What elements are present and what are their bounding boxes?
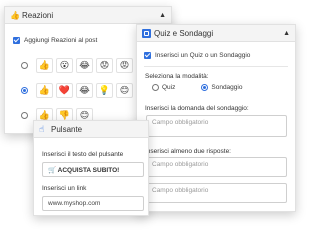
reaction-option: 😡 xyxy=(116,58,133,73)
question-label: Inserisci la domanda del sondaggio: xyxy=(145,105,249,112)
add-quiz-label: Inserisci un Quiz o un Sondaggio xyxy=(155,52,251,59)
mode-poll-label: Sondaggio xyxy=(211,84,243,91)
quiz-panel-header[interactable]: Quiz e Sondaggi ▲ xyxy=(137,25,295,42)
answer-2-field[interactable]: Campo obbligatorio xyxy=(146,183,287,203)
add-quiz-checkbox[interactable] xyxy=(144,52,151,59)
reaction-option: 👍 xyxy=(36,58,53,73)
mode-quiz-label: Quiz xyxy=(162,84,176,91)
link-label: Inserisci un link xyxy=(42,185,87,192)
chevron-up-icon[interactable]: ▲ xyxy=(159,12,166,19)
reaction-option: 😊 xyxy=(116,83,133,98)
reaction-option: 😮 xyxy=(56,58,73,73)
quiz-panel-title: Quiz e Sondaggi xyxy=(154,28,214,38)
add-quiz-row[interactable]: Inserisci un Quiz o un Sondaggio xyxy=(144,52,250,59)
answers-label: Inserisci almeno due risposte: xyxy=(145,148,231,155)
poll-icon xyxy=(142,28,151,38)
button-text-label: Inserisci il testo del pulsante xyxy=(42,151,124,158)
mode-quiz-radio[interactable] xyxy=(152,84,159,91)
mode-label: Seleziona la modalità: xyxy=(145,73,209,80)
cursor-click-icon: ☝ xyxy=(39,123,45,134)
question-field[interactable]: Campo obbligatorio xyxy=(146,115,287,137)
button-panel-title: Pulsante xyxy=(51,124,83,134)
reactions-panel-title: Reazioni xyxy=(22,10,54,20)
reaction-option: 😂 xyxy=(76,58,93,73)
mode-options: Quiz Sondaggio xyxy=(152,84,242,91)
reaction-option: 👍 xyxy=(36,83,53,98)
reaction-set-2[interactable]: 👍 ❤️ 😂 💡 😊 xyxy=(21,83,136,98)
button-panel: ☝ Pulsante Inserisci il testo del pulsan… xyxy=(33,120,149,216)
reaction-option: ❤️ xyxy=(56,83,73,98)
add-reactions-row[interactable]: Aggiungi Reazioni al post xyxy=(13,37,97,44)
divider xyxy=(144,66,288,67)
button-panel-header[interactable]: ☝ Pulsante xyxy=(34,121,148,138)
reaction-option: 💡 xyxy=(96,83,113,98)
link-field[interactable]: www.myshop.com xyxy=(42,196,144,211)
reaction-option: 😂 xyxy=(76,83,93,98)
mode-poll-radio[interactable] xyxy=(201,84,209,91)
chevron-up-icon[interactable]: ▲ xyxy=(283,30,290,37)
thumbs-up-icon: 👍 xyxy=(10,10,20,20)
quiz-panel: Quiz e Sondaggi ▲ Inserisci un Quiz o un… xyxy=(136,24,296,212)
reaction-set-1[interactable]: 👍 😮 😂 😟 😡 xyxy=(21,58,136,73)
reaction-set-3-radio[interactable] xyxy=(21,112,28,119)
add-reactions-checkbox[interactable] xyxy=(13,37,20,44)
reaction-option: 😟 xyxy=(96,58,113,73)
button-text-field[interactable]: 🛒 ACQUISTA SUBITO! xyxy=(42,162,144,177)
reaction-set-2-radio[interactable] xyxy=(21,87,28,94)
reactions-panel-header[interactable]: 👍 Reazioni ▲ xyxy=(5,7,171,24)
add-reactions-label: Aggiungi Reazioni al post xyxy=(24,37,98,44)
reaction-set-1-radio[interactable] xyxy=(21,62,28,69)
answer-1-field[interactable]: Campo obbligatorio xyxy=(146,157,287,177)
